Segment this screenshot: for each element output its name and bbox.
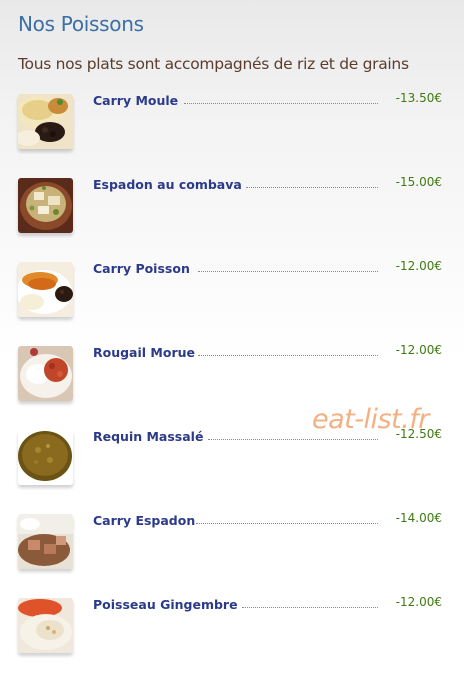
menu-item-name: Carry Espadon — [93, 513, 196, 528]
carry-poisson-photo — [18, 262, 73, 317]
menu-list: Carry Moule -13.50€ Espadon au combava -… — [0, 0, 464, 673]
menu-item-name: Espadon au combava — [93, 177, 242, 192]
carry-moule-photo — [18, 94, 73, 149]
dotted-leader — [198, 355, 378, 356]
menu-item-price: -12.00€ — [395, 595, 442, 609]
menu-item[interactable]: Poisseau Gingembre -12.00€ — [18, 595, 446, 658]
dotted-leader — [184, 103, 378, 104]
menu-item-price: -14.00€ — [395, 511, 442, 525]
dotted-leader — [198, 271, 378, 272]
menu-item[interactable]: Requin Massalé -12.50€ — [18, 427, 446, 490]
menu-item-name: Carry Poisson — [93, 261, 190, 276]
menu-item[interactable]: Carry Espadon -14.00€ — [18, 511, 446, 574]
dotted-leader — [246, 187, 378, 188]
requin-massale-photo — [18, 430, 73, 485]
menu-item-price: -12.50€ — [395, 427, 442, 441]
menu-item-name: Requin Massalé — [93, 429, 204, 444]
menu-item-name: Rougail Morue — [93, 345, 195, 360]
menu-item-price: -15.00€ — [395, 175, 442, 189]
menu-item-price: -12.00€ — [395, 259, 442, 273]
menu-item-name: Poisseau Gingembre — [93, 597, 238, 612]
menu-item-price: -13.50€ — [395, 91, 442, 105]
menu-page: Nos Poissons Tous nos plats sont accompa… — [0, 0, 464, 673]
rougail-morue-photo — [18, 346, 73, 401]
menu-item[interactable]: Espadon au combava -15.00€ — [18, 175, 446, 238]
menu-item[interactable]: Carry Poisson -12.00€ — [18, 259, 446, 322]
menu-item-price: -12.00€ — [395, 343, 442, 357]
espadon-combava-photo — [18, 178, 73, 233]
poisseau-gingembre-photo — [18, 598, 73, 653]
menu-item[interactable]: Rougail Morue -12.00€ — [18, 343, 446, 406]
carry-espadon-photo — [18, 514, 73, 569]
dotted-leader — [242, 607, 378, 608]
dotted-leader — [196, 523, 378, 524]
menu-item[interactable]: Carry Moule -13.50€ — [18, 91, 446, 154]
menu-item-name: Carry Moule — [93, 93, 179, 108]
dotted-leader — [208, 439, 378, 440]
